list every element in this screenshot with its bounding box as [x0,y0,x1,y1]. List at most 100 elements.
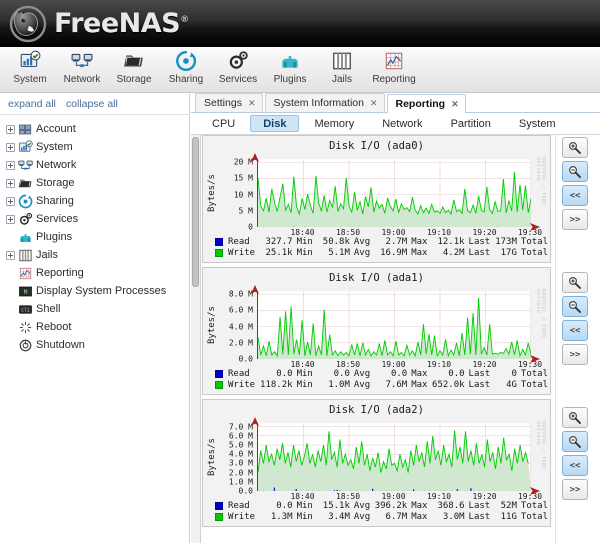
close-icon[interactable]: ✕ [248,98,256,109]
subtab-partition[interactable]: Partition [438,115,504,132]
tab-settings[interactable]: Settings ✕ [195,93,263,112]
x-axis: 18:40 18:50 19:00 19:10 19:20 19:30 [257,492,542,504]
sidebar-item-jails[interactable]: Jails [0,246,189,264]
expand-toggle-icon[interactable] [6,214,15,224]
y-axis-tick: 2.0 M [228,338,253,348]
tab-reporting[interactable]: Reporting ✕ [386,94,466,113]
legend-avg-value: 3.4M [328,511,350,522]
subtab-system[interactable]: System [506,115,569,132]
legend-last-label: Last [468,247,491,258]
y-axis-tick: 6.0 M [228,431,253,441]
y-axis-tick: 3.0 M [228,458,253,468]
expand-toggle-icon[interactable] [6,124,15,134]
back-button[interactable]: << [562,185,588,206]
expand-toggle-icon[interactable] [6,160,15,170]
toolbar-item-sharing[interactable]: Sharing [160,47,212,93]
plot-area[interactable]: Bytes/s 0.0 2.0 M 4.0 M 6.0 M 8.0 M 18:40 18:… [205,285,548,369]
sidebar-item-plugins[interactable]: Plugins [0,228,189,246]
sidebar-item-label: Shutdown [36,339,85,351]
zoom-out-button[interactable] [562,431,588,452]
legend-last-value: 4.2M [442,247,465,258]
reporting-subtab-bar: CPU Disk Memory Network Partition System [191,113,600,135]
tree-controls: expand all collapse all [0,93,189,115]
sidebar-item-reporting[interactable]: Reporting [0,264,189,282]
sidebar-item-label: System [36,141,73,153]
expand-toggle-icon[interactable] [6,142,15,152]
x-axis: 18:40 18:50 19:00 19:10 19:20 19:30 [257,228,542,240]
scrollbar-thumb[interactable] [192,137,199,287]
toolbar-item-plugins[interactable]: Plugins [264,47,316,93]
legend-total-value: 17G [500,247,517,258]
chart-title: Disk I/O (ada0) [329,140,424,152]
storage-icon [123,50,145,72]
forward-button-label: >> [569,349,581,360]
toolbar-item-system[interactable]: System [4,47,56,93]
back-button[interactable]: << [562,320,588,341]
rrdtool-watermark: RRDTOOL / TOBI OETIKER [537,289,546,339]
expand-toggle-icon[interactable] [6,196,15,206]
y-axis-tick: 15 M [233,173,253,183]
chart-controls-group: << >> [562,272,596,368]
content-scrollbar[interactable] [191,135,201,543]
legend-avg-value: 5.1M [328,247,350,258]
toolbar-item-services[interactable]: Services [212,47,264,93]
chart-panel: Disk I/O (ada2) Bytes/s 0.0 1.0 M 2.0 M 3.0… [202,399,551,527]
expand-toggle-icon[interactable] [6,178,15,188]
toolbar-item-network[interactable]: Network [56,47,108,93]
plot-canvas[interactable] [257,291,531,359]
forward-button[interactable]: >> [562,479,588,500]
plot-area[interactable]: Bytes/s 05 M 10 M 15 M 20 M 18:40 18:50 19:00… [205,153,548,237]
legend-swatch [215,369,223,378]
subtab-label: System [518,117,556,130]
subtab-memory[interactable]: Memory [301,115,367,132]
sidebar-item-shell[interactable]: cli Shell [0,300,189,318]
subtab-cpu[interactable]: CPU [199,115,248,132]
x-axis-tick: 18:40 [290,360,315,369]
subtab-disk[interactable]: Disk [250,115,300,132]
subtab-network[interactable]: Network [369,115,435,132]
rrdtool-watermark: RRDTOOL / TOBI OETIKER [537,421,546,471]
back-button[interactable]: << [562,455,588,476]
zoom-out-button[interactable] [562,161,588,182]
legend-last-value: 652.0k [432,379,465,390]
close-icon[interactable]: ✕ [370,98,378,109]
sidebar-item-services[interactable]: Services [0,210,189,228]
sidebar-item-reboot[interactable]: Reboot [0,318,189,336]
tab-system-information[interactable]: System Information ✕ [264,93,385,112]
tab-bar: Settings ✕ System Information ✕ Reporting ✕ [191,93,600,113]
sidebar-item-sharing[interactable]: Sharing [0,192,189,210]
brand-logo[interactable]: FreeNAS® [6,0,189,47]
legend-min-value: 1.3M [270,511,293,522]
legend-swatch [215,237,223,246]
sidebar-item-display-system-processes[interactable]: M Display System Processes [0,282,189,300]
zoom-in-button[interactable] [562,272,588,293]
plot-area[interactable]: Bytes/s 0.0 1.0 M 2.0 M 3.0 M 4.0 M 5.0 M 6.0 … [205,417,548,501]
forward-button[interactable]: >> [562,209,588,230]
legend-swatch [215,248,223,257]
toolbar-item-reporting[interactable]: Reporting [368,47,420,93]
toolbar-item-jails[interactable]: Jails [316,47,368,93]
sidebar-item-account[interactable]: Account [0,120,189,138]
plot-canvas[interactable] [257,423,531,491]
toolbar-item-storage[interactable]: Storage [108,47,160,93]
expand-all-link[interactable]: expand all [8,98,56,110]
zoom-out-button[interactable] [562,296,588,317]
legend-max-value: 6.7M [385,511,408,522]
x-axis-tick: 19:20 [472,492,497,501]
sidebar-item-network[interactable]: Network [0,156,189,174]
zoom-in-button[interactable] [562,137,588,158]
zoom-in-button[interactable] [562,407,588,428]
close-icon[interactable]: ✕ [451,99,459,110]
x-axis-tick: 19:00 [381,228,406,237]
forward-button[interactable]: >> [562,344,588,365]
sidebar-item-system[interactable]: System [0,138,189,156]
plot-canvas[interactable] [257,159,531,227]
collapse-all-link[interactable]: collapse all [66,98,118,110]
toolbar-item-label: System [13,74,47,85]
network-icon [18,158,33,173]
expand-toggle-icon[interactable] [6,250,15,260]
sidebar-item-shutdown[interactable]: Shutdown [0,336,189,354]
sidebar-item-storage[interactable]: Storage [0,174,189,192]
